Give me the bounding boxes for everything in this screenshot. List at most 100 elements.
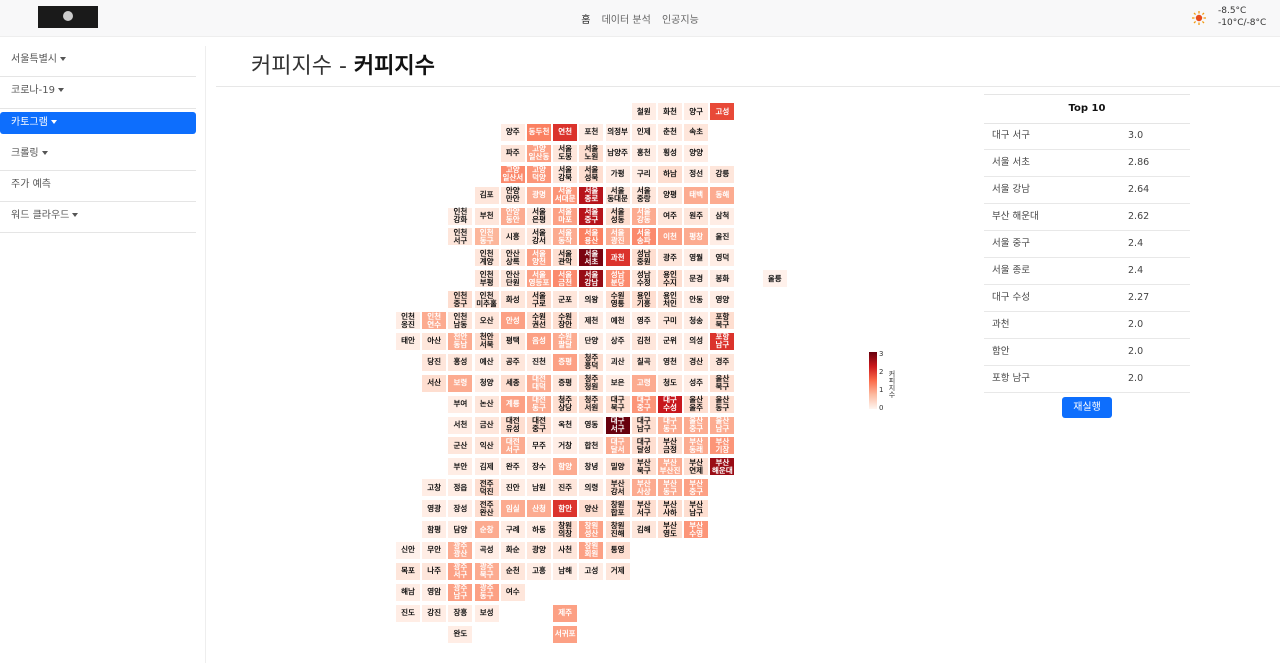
cartogram-cell[interactable]: 포천 [578,122,605,142]
cartogram-cell[interactable]: 화성 [499,290,526,310]
cartogram-cell[interactable]: 포항 북구 [709,311,736,330]
cartogram-cell[interactable]: 대구 중구 [630,394,657,414]
sidebar-item-stock-prediction[interactable]: 주가 예측 [0,174,196,196]
cartogram-cell[interactable]: 거창 [552,436,579,456]
cartogram-cell[interactable]: 동해 [709,185,736,205]
cartogram-cell[interactable]: 부산 동래 [683,436,710,456]
cartogram-cell[interactable]: 고성 [709,102,736,121]
cartogram-cell[interactable]: 용인 기흥 [630,290,657,310]
cartogram-cell[interactable]: 대전 동구 [526,394,552,414]
cartogram-cell[interactable]: 서울 관악 [552,248,579,268]
cartogram-cell[interactable]: 신안 [395,540,421,560]
cartogram-cell[interactable]: 대전 중구 [526,415,552,435]
cartogram-cell[interactable]: 합천 [578,436,605,456]
cartogram-cell[interactable]: 안양 만안 [499,185,526,205]
cartogram-cell[interactable]: 청송 [683,311,710,330]
cartogram-cell[interactable]: 부산 강서 [604,478,631,498]
sidebar-item-crawling[interactable]: 크롤링 [0,143,196,165]
cartogram-cell[interactable]: 화순 [499,540,526,560]
cartogram-cell[interactable]: 서울 동작 [552,227,579,247]
cartogram-cell[interactable]: 부산 남구 [683,499,710,519]
cartogram-cell[interactable]: 울산 울주 [683,394,710,414]
cartogram-cell[interactable]: 철원 [630,102,657,121]
cartogram-cell[interactable]: 부안 [447,457,474,477]
cartogram-cell[interactable]: 광주 북구 [473,561,500,581]
cartogram-cell[interactable]: 서울 중구 [578,206,605,226]
sidebar-item-cartogram[interactable]: 카토그램 [0,112,196,134]
cartogram-cell[interactable]: 대전 유성 [499,415,526,435]
cartogram-cell[interactable]: 여수 [499,582,526,602]
cartogram-cell[interactable]: 서귀포 [552,624,579,644]
cartogram-cell[interactable]: 서울 은평 [526,206,552,226]
cartogram-cell[interactable]: 곡성 [473,540,500,560]
cartogram-cell[interactable]: 청주 서원 [578,394,605,414]
cartogram-cell[interactable]: 세종 [499,373,526,393]
cartogram-cell[interactable]: 순천 [499,561,526,581]
cartogram-cell[interactable]: 양양 [683,143,710,163]
cartogram-cell[interactable]: 고령 [630,373,657,393]
cartogram-cell[interactable]: 거제 [604,561,631,581]
cartogram-cell[interactable]: 안성 [499,311,526,330]
cartogram-cell[interactable]: 청도 [657,373,683,393]
cartogram-cell[interactable]: 서울 영등포 [526,269,552,289]
cartogram-cell[interactable]: 인천 중구 [447,290,474,310]
cartogram-cell[interactable]: 대구 남구 [630,415,657,435]
cartogram-cell[interactable]: 동두천 [526,122,552,142]
cartogram-cell[interactable]: 대구 달서 [604,436,631,456]
cartogram-cell[interactable]: 해남 [395,582,421,602]
cartogram-cell[interactable]: 시흥 [499,227,526,247]
cartogram-cell[interactable]: 장성 [447,499,474,519]
cartogram-cell[interactable]: 양평 [657,185,683,205]
cartogram-cell[interactable]: 창원 진해 [604,520,631,539]
cartogram-cell[interactable]: 서울 강동 [630,206,657,226]
cartogram-cell[interactable]: 양산 [578,499,605,519]
cartogram-cell[interactable]: 대구 서구 [604,415,631,435]
cartogram-cell[interactable]: 완도 [447,624,474,644]
cartogram-cell[interactable]: 청주 상당 [552,394,579,414]
cartogram-cell[interactable]: 성남 분당 [604,269,631,289]
cartogram-cell[interactable]: 대구 수성 [657,394,683,414]
nav-home-link[interactable]: 홈 [581,11,590,26]
cartogram-cell[interactable]: 서울 종로 [578,185,605,205]
cartogram-cell[interactable]: 봉화 [709,269,736,289]
cartogram-cell[interactable]: 대전 서구 [499,436,526,456]
nav-data-analysis-link[interactable]: 데이터 분석 [602,11,651,26]
cartogram-cell[interactable]: 고창 [421,478,448,498]
cartogram-cell[interactable]: 광주 [657,248,683,268]
cartogram-cell[interactable]: 서울 강북 [552,164,579,184]
cartogram-cell[interactable]: 산청 [526,499,552,519]
cartogram-cell[interactable]: 태안 [395,331,421,351]
cartogram-cell[interactable]: 서울 서초 [578,248,605,268]
cartogram-cell[interactable]: 통영 [604,540,631,560]
cartogram-cell[interactable]: 정선 [683,164,710,184]
cartogram-cell[interactable]: 인천 강화 [447,206,474,226]
cartogram-cell[interactable]: 안산 상록 [499,248,526,268]
cartogram-cell[interactable]: 경산 [683,352,710,372]
cartogram-cell[interactable]: 인천 남동 [447,311,474,330]
cartogram-cell[interactable]: 영주 [630,311,657,330]
cartogram-cell[interactable]: 성주 [683,373,710,393]
cartogram-cell[interactable]: 진주 [552,478,579,498]
cartogram-cell[interactable]: 강릉 [709,164,736,184]
cartogram-cell[interactable]: 청양 [473,373,500,393]
cartogram-cell[interactable]: 부산 서구 [630,499,657,519]
cartogram-cell[interactable]: 고양 덕양 [526,164,552,184]
cartogram-cell[interactable]: 홍성 [447,352,474,372]
cartogram-cell[interactable]: 아산 [421,331,448,351]
cartogram-cell[interactable]: 나주 [421,561,448,581]
cartogram-cell[interactable]: 문경 [683,269,710,289]
cartogram-cell[interactable]: 서울 서대문 [552,185,579,205]
cartogram-cell[interactable]: 함안 [552,499,579,519]
cartogram-cell[interactable]: 옥천 [552,415,579,435]
cartogram-cell[interactable]: 서울 광진 [604,227,631,247]
cartogram-cell[interactable]: 목포 [395,561,421,581]
cartogram-cell[interactable]: 남해 [552,561,579,581]
cartogram-cell[interactable]: 대구 동구 [657,415,683,435]
cartogram-cell[interactable]: 광양 [526,540,552,560]
cartogram-cell[interactable]: 영덕 [709,248,736,268]
cartogram-cell[interactable]: 울산 남구 [709,415,736,435]
cartogram-cell[interactable]: 전주 덕진 [473,478,500,498]
cartogram-cell[interactable]: 김포 [473,185,500,205]
cartogram-cell[interactable]: 군위 [657,331,683,351]
cartogram-cell[interactable]: 청주 흥덕 [578,352,605,372]
